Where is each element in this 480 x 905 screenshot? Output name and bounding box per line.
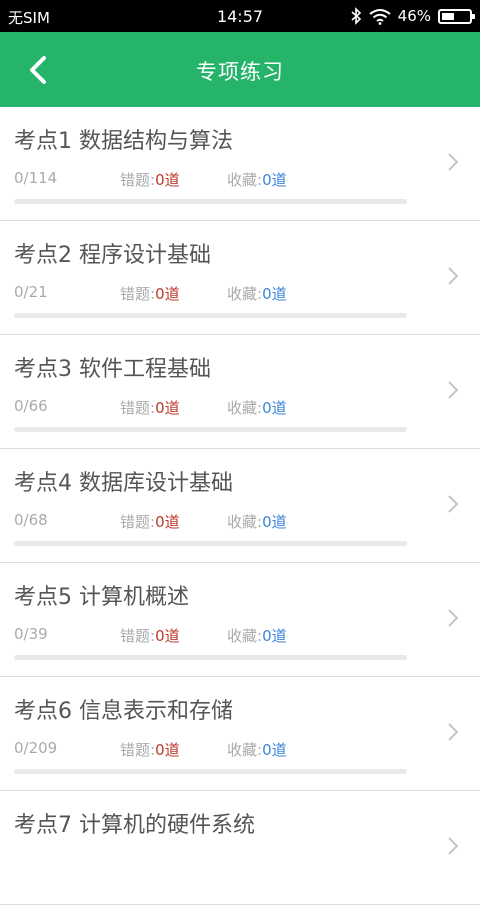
progress-bar <box>14 199 407 204</box>
favorite-count: 收藏:0道 <box>227 169 287 190</box>
wifi-icon <box>369 8 391 25</box>
progress-count: 0/39 <box>14 625 48 643</box>
wrong-count: 错题:0道 <box>120 511 180 532</box>
favorite-value: 0道 <box>262 513 287 531</box>
topic-name: 考点1 数据结构与算法 <box>14 129 233 154</box>
topic-name: 考点5 计算机概述 <box>14 585 189 610</box>
topic-list: 考点1 数据结构与算法 0/114 错题:0道 收藏:0道 考点2 程序设计基础… <box>0 107 480 905</box>
topic-name: 考点2 程序设计基础 <box>14 243 211 268</box>
wrong-count: 错题:0道 <box>120 625 180 646</box>
wrong-count: 错题:0道 <box>120 283 180 304</box>
wrong-count: 错题:0道 <box>120 739 180 760</box>
list-item[interactable]: 考点7 计算机的硬件系统 <box>0 791 480 905</box>
favorite-value: 0道 <box>262 741 287 759</box>
chevron-right-icon <box>448 495 459 513</box>
chevron-right-icon <box>448 267 459 285</box>
chevron-right-icon <box>448 381 459 399</box>
topic-meta: 0/209 错题:0道 收藏:0道 <box>14 739 414 759</box>
nav-bar: 专项练习 <box>0 32 480 107</box>
favorite-count: 收藏:0道 <box>227 625 287 646</box>
status-bar: 无SIM 14:57 46% <box>0 0 480 32</box>
progress-count: 0/114 <box>14 169 58 187</box>
wrong-value: 0道 <box>155 627 180 645</box>
progress-bar <box>14 427 407 432</box>
favorite-label: 收藏: <box>227 627 263 645</box>
progress-bar <box>14 313 407 318</box>
favorite-label: 收藏: <box>227 171 263 189</box>
wrong-value: 0道 <box>155 741 180 759</box>
favorite-count: 收藏:0道 <box>227 283 287 304</box>
favorite-count: 收藏:0道 <box>227 397 287 418</box>
favorite-label: 收藏: <box>227 399 263 417</box>
topic-meta: 0/114 错题:0道 收藏:0道 <box>14 169 414 189</box>
wrong-label: 错题: <box>120 513 156 531</box>
status-right: 46% <box>350 6 475 26</box>
list-item[interactable]: 考点5 计算机概述 0/39 错题:0道 收藏:0道 <box>0 563 480 677</box>
chevron-right-icon <box>448 609 459 627</box>
progress-count: 0/21 <box>14 283 48 301</box>
progress-count: 0/68 <box>14 511 48 529</box>
wrong-count: 错题:0道 <box>120 397 180 418</box>
progress-count: 0/66 <box>14 397 48 415</box>
wrong-label: 错题: <box>120 741 156 759</box>
topic-name: 考点3 软件工程基础 <box>14 357 211 382</box>
battery-percent: 46% <box>397 7 431 25</box>
progress-bar <box>14 655 407 660</box>
wrong-value: 0道 <box>155 399 180 417</box>
favorite-label: 收藏: <box>227 513 263 531</box>
bluetooth-icon <box>351 7 361 25</box>
wrong-value: 0道 <box>155 285 180 303</box>
favorite-value: 0道 <box>262 627 287 645</box>
favorite-label: 收藏: <box>227 285 263 303</box>
wrong-value: 0道 <box>155 513 180 531</box>
topic-meta: 0/68 错题:0道 收藏:0道 <box>14 511 414 531</box>
chevron-right-icon <box>448 837 459 855</box>
wrong-label: 错题: <box>120 171 156 189</box>
list-item[interactable]: 考点6 信息表示和存储 0/209 错题:0道 收藏:0道 <box>0 677 480 791</box>
topic-meta: 0/21 错题:0道 收藏:0道 <box>14 283 414 303</box>
chevron-right-icon <box>448 153 459 171</box>
favorite-value: 0道 <box>262 171 287 189</box>
favorite-value: 0道 <box>262 399 287 417</box>
wrong-count: 错题:0道 <box>120 169 180 190</box>
favorite-label: 收藏: <box>227 741 263 759</box>
list-item[interactable]: 考点3 软件工程基础 0/66 错题:0道 收藏:0道 <box>0 335 480 449</box>
wrong-label: 错题: <box>120 399 156 417</box>
list-item[interactable]: 考点1 数据结构与算法 0/114 错题:0道 收藏:0道 <box>0 107 480 221</box>
list-item[interactable]: 考点4 数据库设计基础 0/68 错题:0道 收藏:0道 <box>0 449 480 563</box>
favorite-count: 收藏:0道 <box>227 511 287 532</box>
battery-icon <box>438 8 475 24</box>
wrong-value: 0道 <box>155 171 180 189</box>
progress-bar <box>14 541 407 546</box>
chevron-right-icon <box>448 723 459 741</box>
topic-name: 考点4 数据库设计基础 <box>14 471 233 496</box>
progress-count: 0/209 <box>14 739 58 757</box>
topic-meta: 0/66 错题:0道 收藏:0道 <box>14 397 414 417</box>
topic-name: 考点6 信息表示和存储 <box>14 699 233 724</box>
wrong-label: 错题: <box>120 285 156 303</box>
favorite-value: 0道 <box>262 285 287 303</box>
list-item[interactable]: 考点2 程序设计基础 0/21 错题:0道 收藏:0道 <box>0 221 480 335</box>
page-title: 专项练习 <box>196 60 284 84</box>
progress-bar <box>14 769 407 774</box>
topic-name: 考点7 计算机的硬件系统 <box>14 813 255 838</box>
topic-meta: 0/39 错题:0道 收藏:0道 <box>14 625 414 645</box>
favorite-count: 收藏:0道 <box>227 739 287 760</box>
wrong-label: 错题: <box>120 627 156 645</box>
